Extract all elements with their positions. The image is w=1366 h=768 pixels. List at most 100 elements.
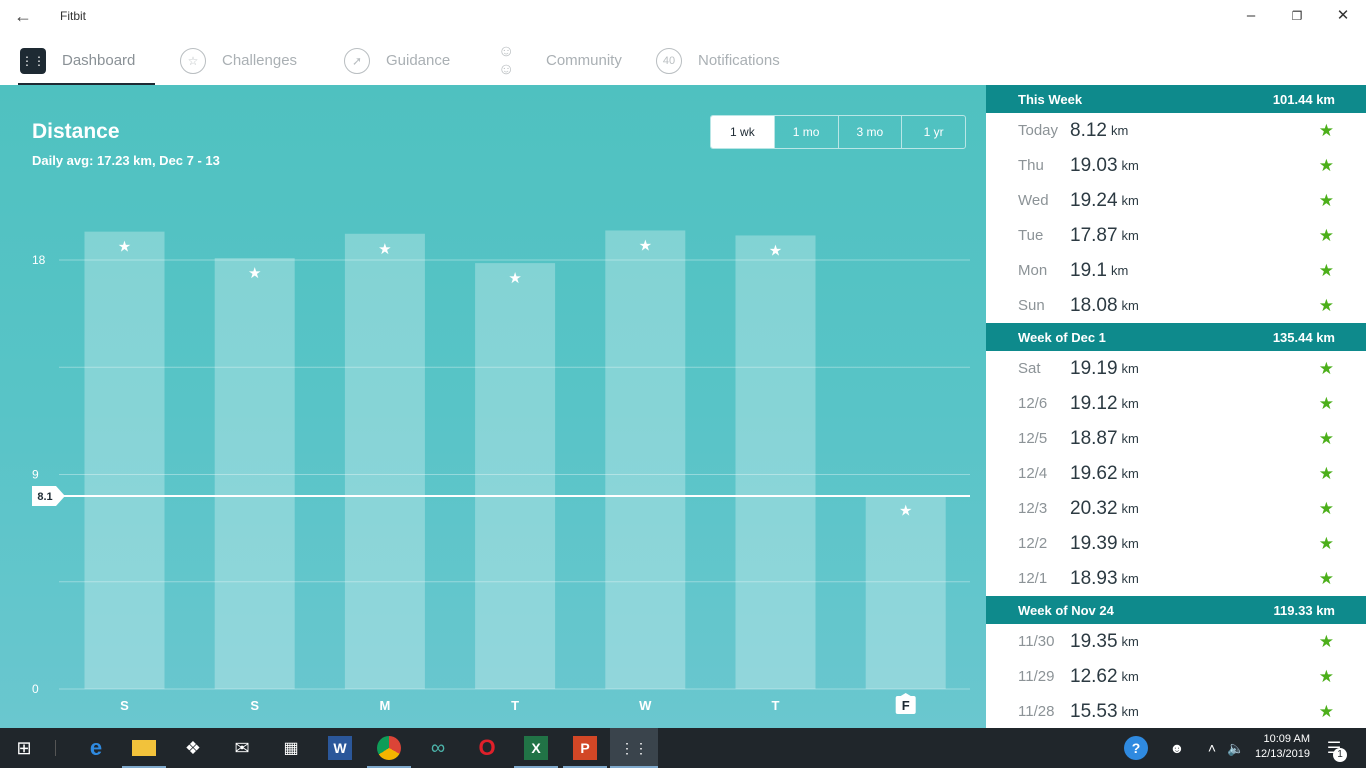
tab-guidance[interactable]: ➚ Guidance <box>344 48 450 86</box>
tab-label: Dashboard <box>62 52 136 69</box>
infinity-app-icon[interactable]: ∞ <box>426 736 450 760</box>
chrome-icon[interactable] <box>377 736 401 760</box>
day-row[interactable]: 12/3 20.32 km ★ <box>986 491 1366 526</box>
tab-challenges[interactable]: ☆ Challenges <box>180 48 298 86</box>
file-explorer-icon[interactable] <box>132 740 156 756</box>
day-row[interactable]: 11/28 15.53 km ★ <box>986 694 1366 728</box>
edge-browser-icon[interactable]: e <box>84 735 108 760</box>
week-section-header: Week of Nov 24 119.33 km <box>986 596 1366 624</box>
store-icon[interactable]: ▦ <box>279 736 303 760</box>
distance-value: 8.12 <box>1070 119 1107 141</box>
goal-star-icon: ★ <box>1318 428 1334 448</box>
windows-taskbar: ⊞ e ❖ ✉ ▦ W ∞ O X P ⋮⋮ ? ☻ ˄ 🔈 10:09 AM … <box>0 728 1366 768</box>
goal-star-icon: ★ <box>248 265 261 282</box>
week-section-header: This Week 101.44 km <box>986 85 1366 113</box>
distance-value: 15.53 <box>1070 700 1118 722</box>
distance-value: 19.1 <box>1070 259 1107 281</box>
y-tick-label: 9 <box>32 468 39 482</box>
day-row[interactable]: 11/30 19.35 km ★ <box>986 624 1366 659</box>
opera-icon[interactable]: O <box>475 735 499 760</box>
day-label: Sun <box>1018 297 1045 314</box>
distance-bar-chart: 0 9 18 ★ S ★ S ★ M ★ T ★ W ★ T ★ F 8.1 <box>32 230 970 714</box>
distance-bar <box>735 235 816 689</box>
volume-icon[interactable]: 🔈 <box>1224 736 1248 760</box>
tab-community[interactable]: ☺☺ Community <box>498 43 622 86</box>
goal-star-icon: ★ <box>1318 120 1334 140</box>
goal-star-icon: ★ <box>1318 225 1334 245</box>
day-row[interactable]: Thu 19.03 km ★ <box>986 148 1366 183</box>
day-row[interactable]: Tue 17.87 km ★ <box>986 218 1366 253</box>
distance-bar <box>214 258 295 689</box>
distance-bar <box>605 230 686 690</box>
day-row[interactable]: Sat 19.19 km ★ <box>986 351 1366 386</box>
fitbit-taskbar-button[interactable]: ⋮⋮ <box>610 728 658 768</box>
maximize-button[interactable]: ❐ <box>1274 4 1320 28</box>
chevron-up-icon[interactable]: ˄ <box>1200 736 1224 760</box>
distance-bar <box>475 263 556 689</box>
system-clock[interactable]: 10:09 AM 12/13/2019 <box>1255 732 1310 762</box>
day-row[interactable]: Mon 19.1 km ★ <box>986 253 1366 288</box>
compass-icon: ➚ <box>344 48 370 74</box>
help-icon[interactable]: ? <box>1124 736 1148 760</box>
main-nav: ⋮⋮ Dashboard ☆ Challenges ➚ Guidance ☺☺ … <box>0 43 986 86</box>
y-tick-label: 0 <box>32 682 39 696</box>
week-title: Week of Dec 1 <box>1018 329 1106 345</box>
distance-value: 19.24 <box>1070 189 1118 211</box>
distance-value: 20.32 <box>1070 497 1118 519</box>
dropbox-icon[interactable]: ❖ <box>181 736 205 760</box>
people-icon[interactable]: ☻ <box>1165 736 1189 760</box>
day-label: 12/4 <box>1018 465 1048 482</box>
distance-panel: Distance Daily avg: 17.23 km, Dec 7 - 13… <box>0 85 986 728</box>
goal-star-icon: ★ <box>1318 463 1334 483</box>
week-title: Week of Nov 24 <box>1018 602 1114 618</box>
word-icon[interactable]: W <box>328 736 352 760</box>
tab-dashboard[interactable]: ⋮⋮ Dashboard <box>20 48 136 86</box>
star-badge-icon: ☆ <box>180 48 206 74</box>
distance-unit: km <box>1121 704 1139 719</box>
day-row[interactable]: Wed 19.24 km ★ <box>986 183 1366 218</box>
day-row[interactable]: 12/6 19.12 km ★ <box>986 386 1366 421</box>
close-button[interactable]: ✕ <box>1320 4 1366 28</box>
distance-unit: km <box>1121 396 1139 411</box>
day-label: 12/1 <box>1018 570 1048 587</box>
people-icon: ☺☺ <box>498 43 515 78</box>
windows-start-icon[interactable]: ⊞ <box>12 736 36 760</box>
day-row[interactable]: 12/1 18.93 km ★ <box>986 561 1366 596</box>
goal-star-icon: ★ <box>899 502 912 519</box>
goal-star-icon: ★ <box>1318 533 1334 553</box>
minimize-button[interactable]: – <box>1228 4 1274 28</box>
distance-unit: km <box>1121 193 1139 208</box>
day-row[interactable]: 12/4 19.62 km ★ <box>986 456 1366 491</box>
back-arrow-icon[interactable]: ← <box>14 6 32 27</box>
day-row[interactable]: Today 8.12 km ★ <box>986 113 1366 148</box>
x-tick-label: S <box>120 698 129 713</box>
day-row[interactable]: 12/5 18.87 km ★ <box>986 421 1366 456</box>
x-tick-label: S <box>250 698 259 713</box>
mail-icon[interactable]: ✉ <box>230 736 254 760</box>
tab-label: Challenges <box>222 52 298 69</box>
fitbit-logo-icon: ⋮⋮ <box>20 48 46 74</box>
x-tick-label: T <box>511 698 519 713</box>
day-row[interactable]: 12/2 19.39 km ★ <box>986 526 1366 561</box>
distance-value: 18.08 <box>1070 294 1118 316</box>
app-title: Fitbit <box>60 9 87 23</box>
x-tick-label: T <box>772 698 780 713</box>
day-label: Today <box>1018 122 1059 139</box>
clock-date: 12/13/2019 <box>1254 748 1310 760</box>
goal-star-icon: ★ <box>1318 631 1334 651</box>
tab-notifications[interactable]: 40 Notifications <box>656 48 780 86</box>
day-label: 11/29 <box>1018 668 1055 685</box>
distance-bar <box>84 231 165 689</box>
goal-star-icon: ★ <box>508 270 521 287</box>
distance-value: 19.03 <box>1070 154 1118 176</box>
goal-star-icon: ★ <box>1318 666 1334 686</box>
day-row[interactable]: 11/29 12.62 km ★ <box>986 659 1366 694</box>
distance-unit: km <box>1121 536 1139 551</box>
x-tick-label: W <box>639 698 652 713</box>
excel-icon[interactable]: X <box>524 736 548 760</box>
distance-unit: km <box>1121 298 1139 313</box>
goal-star-icon: ★ <box>639 237 652 254</box>
powerpoint-icon[interactable]: P <box>573 736 597 760</box>
distance-value: 12.62 <box>1070 665 1118 687</box>
day-row[interactable]: Sun 18.08 km ★ <box>986 288 1366 323</box>
